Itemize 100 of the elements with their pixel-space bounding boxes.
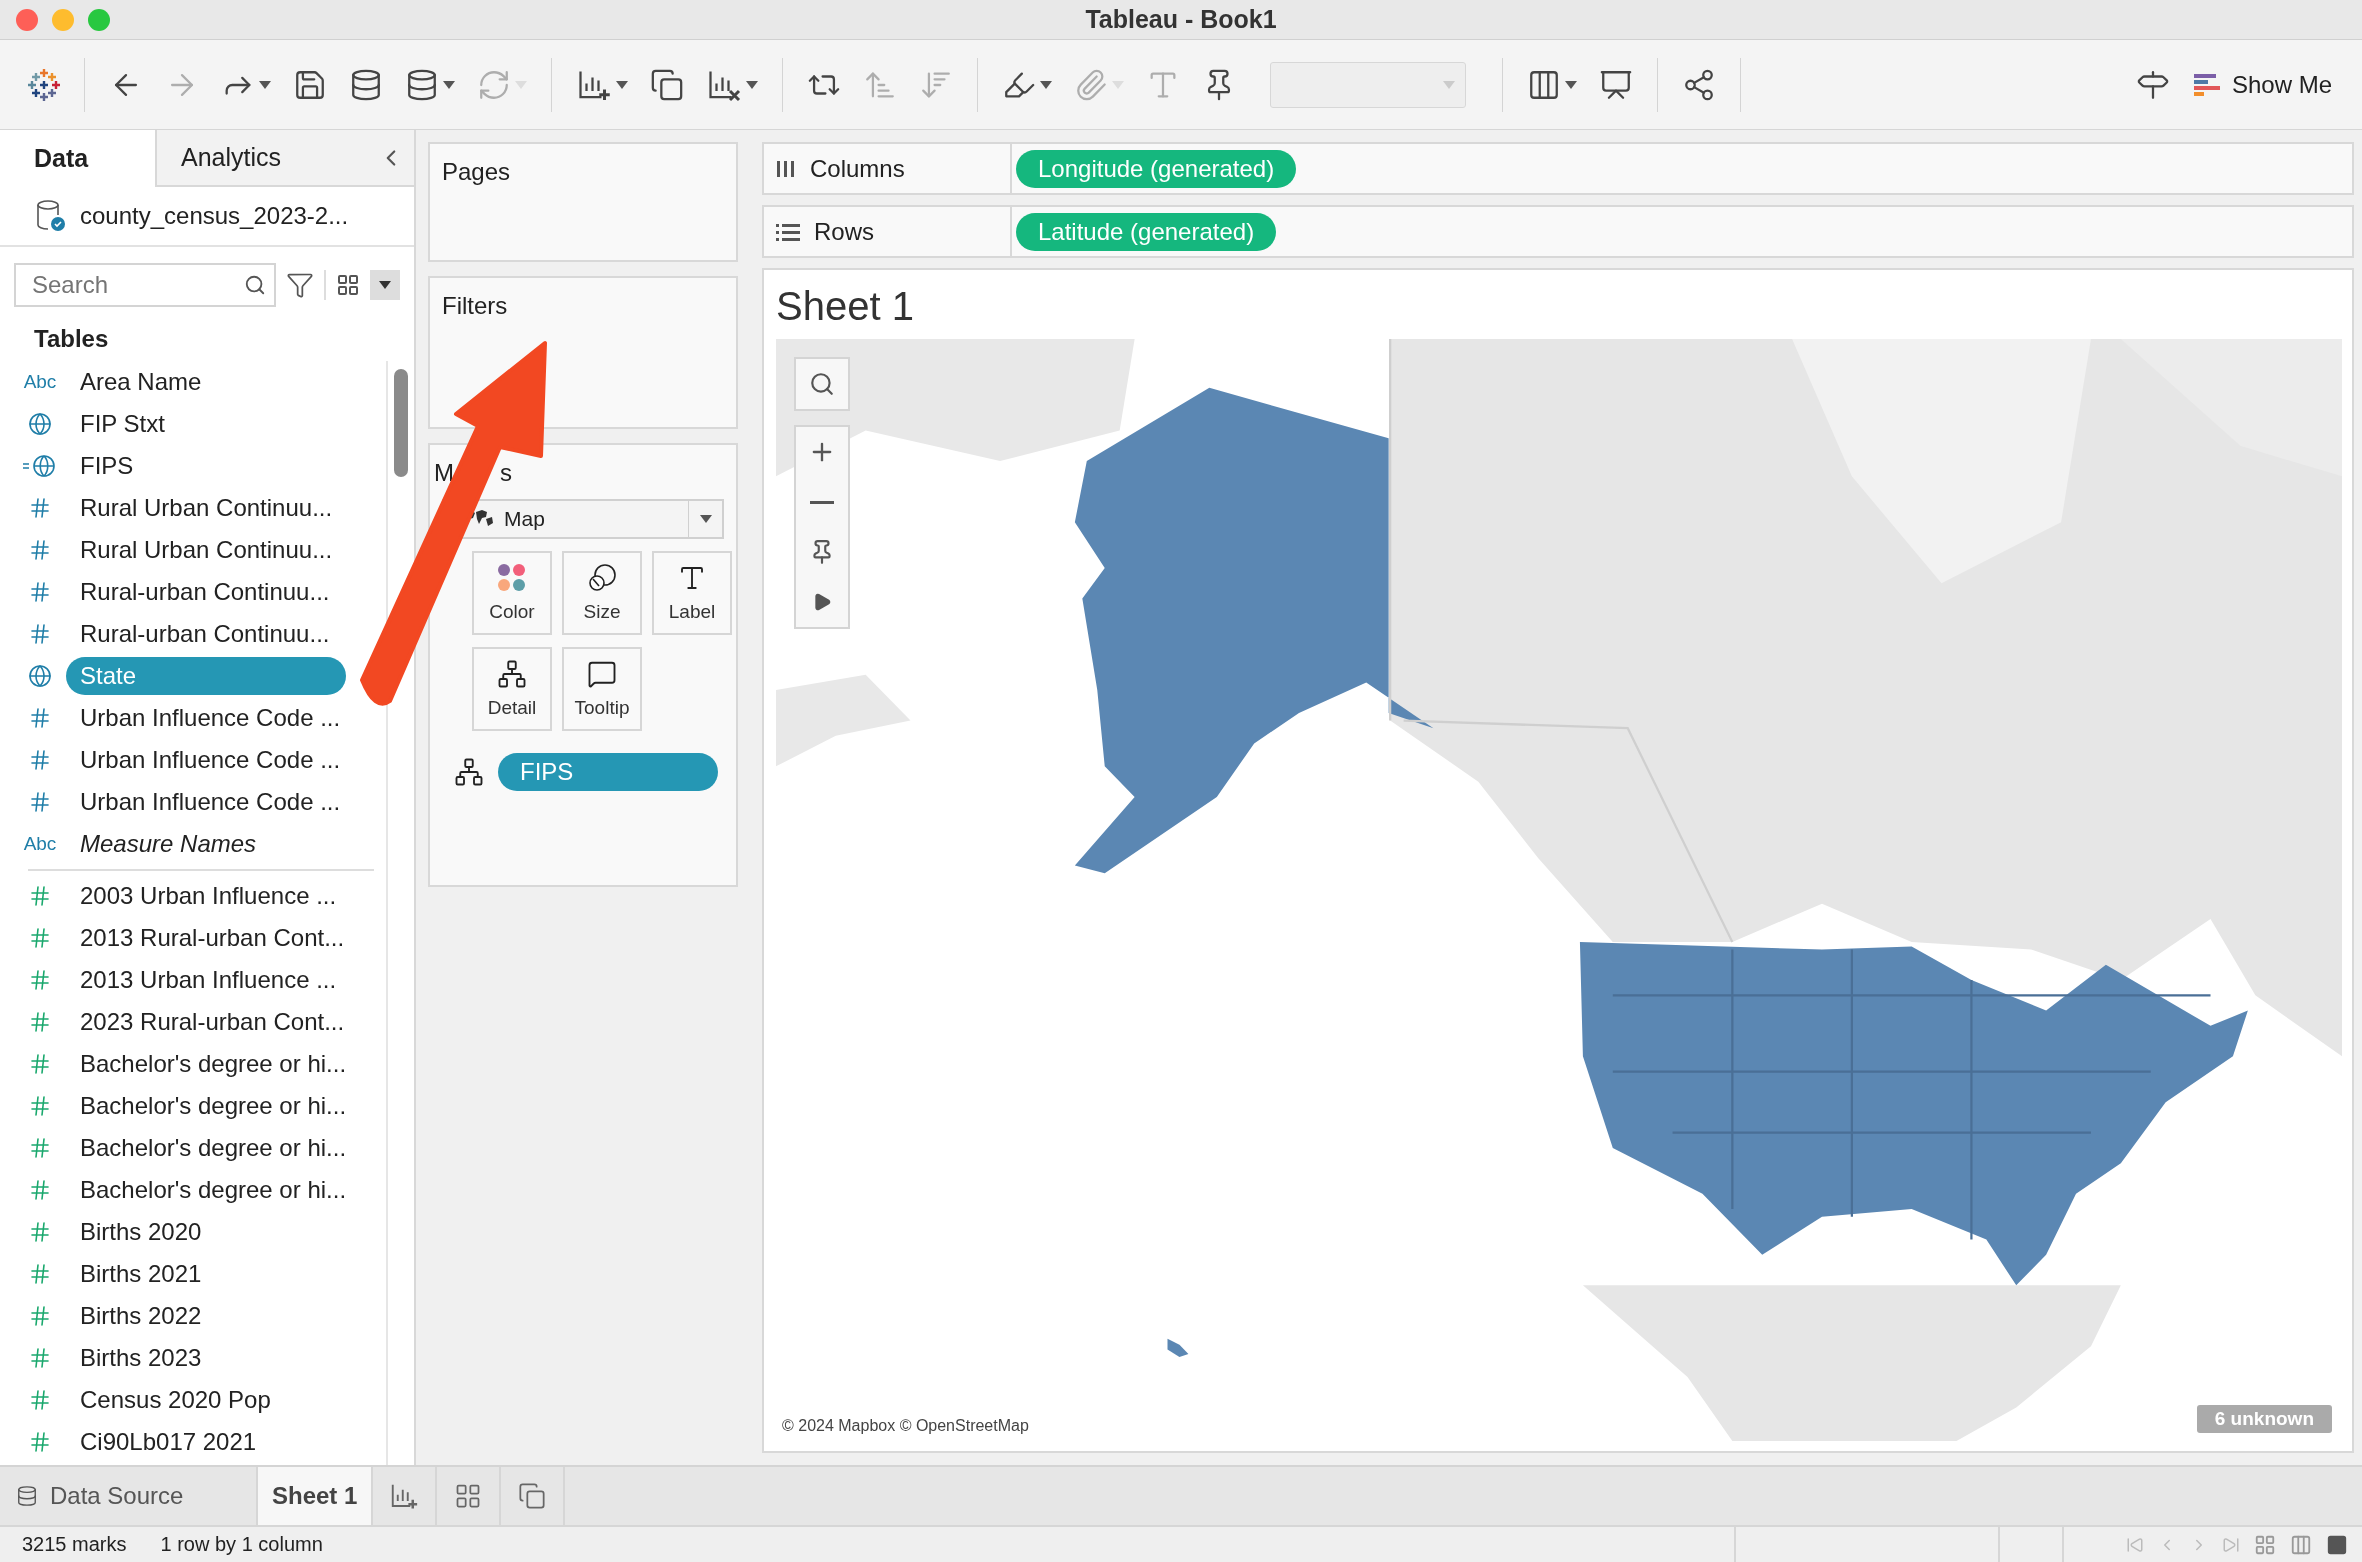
shelf-label: Columns [810, 154, 905, 183]
search-field[interactable]: Search [14, 263, 276, 307]
caret-icon [259, 80, 271, 89]
sheet-dimensions: 1 row by 1 column [160, 1533, 323, 1556]
measure-icon [28, 1094, 52, 1118]
number-type-icon [28, 496, 52, 520]
sheet-tab[interactable]: Sheet 1 [258, 1467, 374, 1525]
number-type-icon [28, 790, 52, 814]
globe-icon [28, 664, 52, 688]
field-item[interactable]: FIPS [66, 447, 148, 485]
dropdown-button[interactable] [370, 270, 400, 300]
filter-icon[interactable] [286, 271, 314, 299]
show-me-button[interactable]: Show Me [2183, 70, 2342, 99]
rows-icon [776, 221, 800, 242]
type-label: Abc [23, 833, 57, 855]
field-item[interactable]: Bachelor's degree or hi... [66, 1171, 361, 1209]
field-item[interactable]: Rural-urban Continuu... [66, 615, 344, 653]
caret-icon [443, 80, 455, 89]
field-item[interactable]: Rural-urban Continuu... [66, 573, 344, 611]
number-type-icon [28, 748, 52, 772]
caret-icon [1443, 80, 1455, 89]
database-icon [16, 1485, 38, 1507]
field-item[interactable]: Area Name [66, 363, 216, 401]
tab-view-icon[interactable] [2326, 1533, 2348, 1556]
field-item[interactable]: Bachelor's degree or hi... [66, 1087, 361, 1125]
field-item[interactable]: Bachelor's degree or hi... [66, 1045, 361, 1083]
window-title: Tableau - Book1 [1085, 5, 1277, 34]
field-item[interactable]: Rural Urban Continuu... [66, 489, 347, 527]
sheet-title: Sheet 1 [776, 284, 915, 329]
field-item[interactable]: Measure Names [66, 825, 271, 863]
measure-icon [28, 1304, 52, 1328]
map-attribution: © 2024 Mapbox © OpenStreetMap [782, 1417, 1029, 1435]
measure-icon [28, 1430, 52, 1454]
caret-icon [616, 80, 628, 89]
field-item[interactable]: 2003 Urban Influence ... [66, 877, 351, 915]
tooltip-icon [587, 659, 617, 689]
caret-icon [1565, 80, 1577, 89]
measure-icon [28, 1262, 52, 1286]
detail-icon [454, 757, 484, 787]
field-item[interactable]: Births 2021 [66, 1255, 216, 1293]
number-type-icon [28, 538, 52, 562]
size-icon [587, 563, 617, 593]
search-icon [244, 274, 266, 296]
marks-count: 3215 marks [22, 1533, 127, 1556]
number-type-icon [28, 706, 52, 730]
card-title: Pages [442, 158, 512, 186]
marks-button[interactable]: Label [652, 551, 732, 635]
field-item[interactable]: 2013 Urban Influence ... [66, 961, 351, 999]
database-icon [405, 67, 439, 102]
section-heading: Tables [34, 325, 109, 352]
measure-icon [28, 926, 52, 950]
field-item[interactable]: Census 2020 Pop [66, 1381, 285, 1419]
measure-icon [28, 1136, 52, 1160]
measure-icon [28, 1346, 52, 1370]
field-item[interactable]: Rural Urban Continuu... [66, 531, 347, 569]
field-item[interactable]: Bachelor's degree or hi... [66, 1129, 361, 1167]
number-type-icon [28, 622, 52, 646]
search-icon [809, 371, 835, 397]
field-item[interactable]: 2013 Rural-urban Cont... [66, 919, 359, 957]
measure-icon [28, 968, 52, 992]
field-item[interactable]: Births 2022 [66, 1297, 216, 1335]
field-item[interactable]: Urban Influence Code ... [66, 783, 355, 821]
caret-icon [746, 80, 758, 89]
field-item[interactable]: Births 2023 [66, 1339, 216, 1377]
view-icon[interactable] [336, 273, 360, 297]
caret-icon [379, 281, 391, 289]
tableau-logo-icon [28, 68, 60, 101]
field-item[interactable]: Urban Influence Code ... [66, 699, 355, 737]
measure-icon [28, 1052, 52, 1076]
measure-icon [28, 884, 52, 908]
field-item[interactable]: Births 2020 [66, 1213, 216, 1251]
number-type-icon [28, 580, 52, 604]
play-icon [812, 592, 832, 612]
field-item[interactable]: Urban Influence Code ... [66, 741, 355, 779]
columns-icon [776, 158, 796, 179]
card-title: Filters [442, 292, 509, 320]
marks-button[interactable]: Tooltip [562, 647, 642, 731]
detail-icon [497, 659, 527, 689]
linked-globe-icon [23, 454, 57, 478]
show-me-icon [2193, 72, 2220, 97]
card-title-fragment: s [500, 459, 512, 487]
field-item[interactable]: Ci90Lb017 2021 [66, 1423, 271, 1461]
sidebar-tab[interactable]: Analytics [155, 130, 378, 187]
marks-button[interactable]: Color [472, 551, 552, 635]
card-title-fragment: M [434, 459, 454, 487]
field-item[interactable]: FIP Stxt [66, 405, 179, 443]
scrollbar-thumb[interactable] [394, 369, 408, 477]
caret-icon [699, 515, 712, 523]
marks-button[interactable]: Size [562, 551, 642, 635]
paperclip-icon [1074, 67, 1108, 102]
datasource-name: county_census_2023-2... [80, 202, 349, 230]
type-label: Abc [23, 371, 57, 393]
share-icon [1682, 67, 1716, 102]
field-item[interactable]: 2023 Rural-urban Cont... [66, 1003, 359, 1041]
story-icon [518, 1482, 547, 1510]
globe-icon [28, 412, 52, 436]
connected-database-icon [36, 200, 66, 232]
color-dots-icon [497, 563, 527, 593]
marks-button[interactable]: Detail [472, 647, 552, 731]
measure-icon [28, 1388, 52, 1412]
